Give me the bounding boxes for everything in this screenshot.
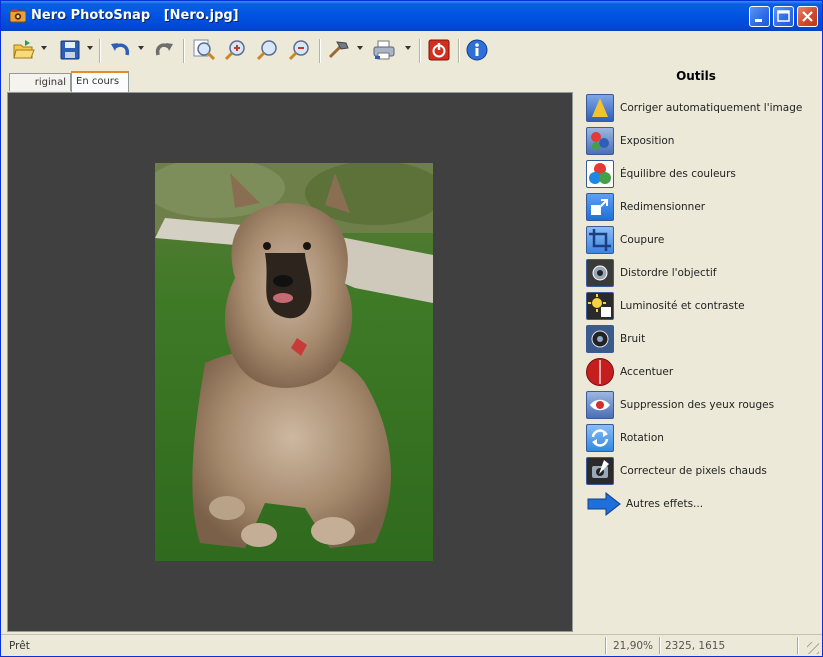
tools-icon: [328, 41, 349, 59]
save-button[interactable]: [57, 37, 83, 63]
auto-correct-icon: [586, 94, 614, 122]
tool-label: Accentuer: [620, 366, 674, 378]
undo-dropdown-arrow[interactable]: [138, 46, 144, 50]
status-bar: Prêt 21,90% 2325, 1615: [1, 634, 822, 656]
resize-icon: [586, 193, 614, 221]
tool-label: Correcteur de pixels chauds: [620, 465, 767, 477]
arrow-right-icon: [587, 491, 621, 517]
status-separator: [659, 637, 661, 654]
tool-exposure[interactable]: Exposition: [586, 126, 816, 156]
rotate-icon: [586, 424, 614, 452]
tools-panel-title: Outils: [676, 69, 716, 83]
tool-brightness-contrast[interactable]: Luminosité et contraste: [586, 291, 816, 321]
tool-label: Corriger automatiquement l'image: [620, 102, 803, 114]
exit-button[interactable]: [426, 37, 452, 63]
noise-icon: [586, 325, 614, 353]
dog-photo[interactable]: [155, 163, 433, 561]
status-separator: [605, 637, 607, 654]
info-button[interactable]: [464, 37, 490, 63]
tool-auto-correct[interactable]: Corriger automatiquement l'image: [586, 93, 816, 123]
print-dropdown-arrow[interactable]: [405, 46, 411, 50]
tools-button[interactable]: [326, 37, 352, 63]
toolbar-separator: [319, 39, 321, 63]
tool-resize[interactable]: Redimensionner: [586, 192, 816, 222]
toolbar-separator: [99, 39, 101, 63]
open-icon: [13, 40, 35, 59]
save-icon: [60, 40, 80, 60]
status-separator: [797, 637, 799, 654]
app-logo-icon: [10, 9, 26, 23]
tool-label: Distordre l'objectif: [620, 267, 717, 279]
image-dimensions: 2325, 1615: [665, 640, 726, 652]
tool-label: Suppression des yeux rouges: [620, 399, 775, 411]
more-effects-label: Autres effets...: [626, 498, 704, 510]
toolbar: [1, 31, 822, 71]
tool-label: Coupure: [620, 234, 665, 246]
window-title: Nero PhotoSnap [Nero.jpg]: [31, 8, 239, 23]
crop-icon: [586, 226, 614, 254]
zoom-out-icon: [288, 40, 309, 61]
redo-button[interactable]: [151, 37, 177, 63]
info-icon: [466, 39, 488, 61]
title-bar[interactable]: Nero PhotoSnap [Nero.jpg]: [1, 1, 822, 31]
red-eye-icon: [586, 391, 614, 419]
zoom-level: 21,90%: [613, 640, 654, 652]
tab-en-cours[interactable]: En cours: [71, 71, 129, 92]
tool-color-balance[interactable]: Équilibre des couleurs: [586, 159, 816, 189]
tool-hot-pixel[interactable]: Correcteur de pixels chauds: [586, 456, 816, 486]
lens-distort-icon: [586, 259, 614, 287]
close-button[interactable]: [797, 6, 818, 27]
zoom-fit-icon: [193, 39, 216, 61]
minimize-button[interactable]: [749, 6, 770, 27]
toolbar-separator: [183, 39, 185, 63]
toolbar-separator: [419, 39, 421, 63]
print-button[interactable]: [371, 37, 397, 63]
tool-sharpen[interactable]: Accentuer: [586, 357, 816, 387]
tool-rotate[interactable]: Rotation: [586, 423, 816, 453]
hot-pixel-icon: [586, 457, 614, 485]
sharpen-icon: [586, 358, 614, 386]
zoom-fit-button[interactable]: [191, 37, 217, 63]
tab-strip: riginal En cours: [7, 71, 567, 93]
zoom-in-button[interactable]: [223, 37, 249, 63]
print-icon: [373, 40, 395, 60]
minimize-icon: [755, 19, 762, 22]
undo-icon: [111, 43, 130, 56]
toolbar-separator: [458, 39, 460, 63]
tool-label: Équilibre des couleurs: [620, 168, 736, 180]
tool-red-eye[interactable]: Suppression des yeux rouges: [586, 390, 816, 420]
tool-label: Bruit: [620, 333, 646, 345]
tool-lens-distort[interactable]: Distordre l'objectif: [586, 258, 816, 288]
open-button[interactable]: [11, 37, 37, 63]
exit-icon: [428, 39, 450, 61]
zoom-actual-button[interactable]: [255, 37, 281, 63]
app-window: Nero PhotoSnap [Nero.jpg] riginal En cou…: [0, 0, 823, 657]
zoom-in-icon: [224, 40, 245, 61]
close-icon: [802, 11, 813, 22]
zoom-actual-icon: [256, 40, 277, 61]
more-effects[interactable]: Autres effets...: [586, 489, 816, 519]
maximize-icon: [777, 10, 790, 22]
tool-crop[interactable]: Coupure: [586, 225, 816, 255]
resize-grip[interactable]: [807, 642, 819, 654]
open-dropdown-arrow[interactable]: [41, 46, 47, 50]
brightness-contrast-icon: [586, 292, 614, 320]
tool-label: Rotation: [620, 432, 664, 444]
color-balance-icon: [586, 160, 614, 188]
tool-noise[interactable]: Bruit: [586, 324, 816, 354]
redo-icon: [155, 43, 173, 56]
tab-original[interactable]: riginal: [9, 73, 71, 91]
tools-dropdown-arrow[interactable]: [357, 46, 363, 50]
maximize-button[interactable]: [773, 6, 794, 27]
undo-button[interactable]: [107, 37, 133, 63]
zoom-out-button[interactable]: [287, 37, 313, 63]
status-text: Prêt: [9, 640, 30, 652]
exposure-icon: [586, 127, 614, 155]
tool-label: Exposition: [620, 135, 675, 147]
save-dropdown-arrow[interactable]: [87, 46, 93, 50]
tool-label: Redimensionner: [620, 201, 706, 213]
tool-label: Luminosité et contraste: [620, 300, 745, 312]
